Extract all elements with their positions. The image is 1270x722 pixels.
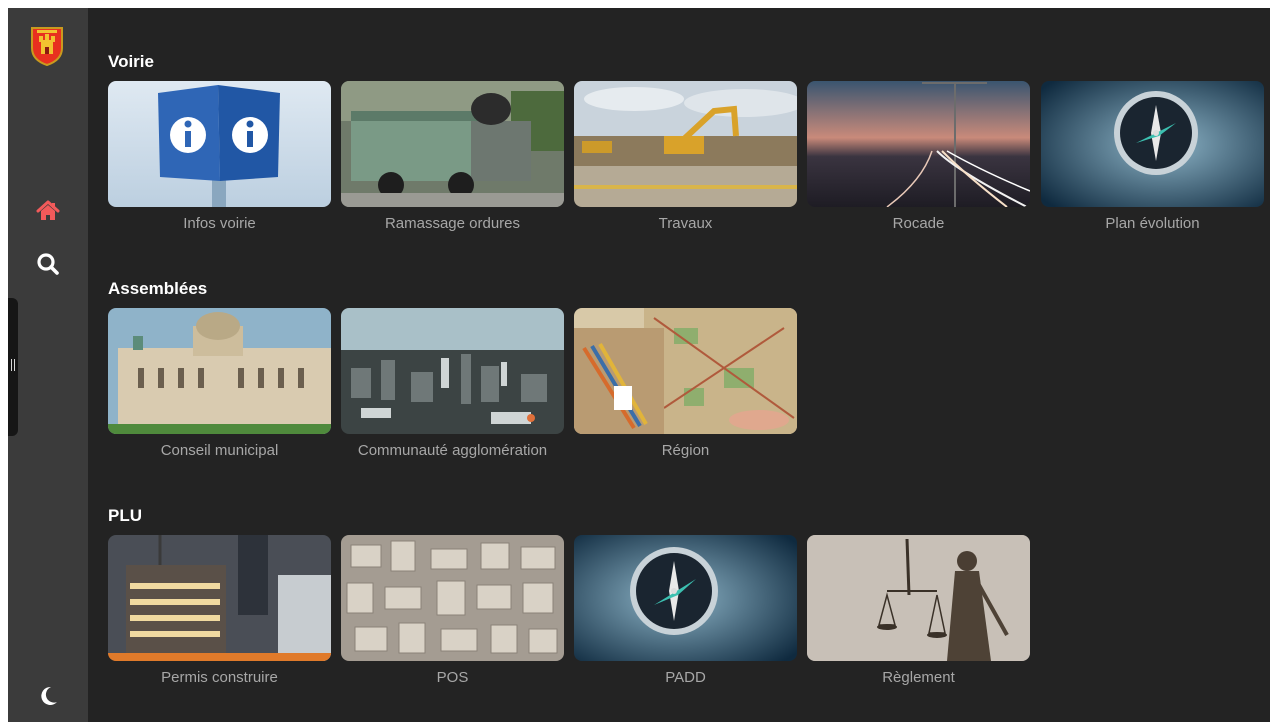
card-travaux[interactable]: Travaux	[574, 81, 797, 234]
excavator-construction-site-image	[574, 81, 797, 207]
sidebar	[8, 8, 88, 722]
card-ramassage-ordures[interactable]: Ramassage ordures	[341, 81, 564, 234]
highway-dusk-light-trails-image	[807, 81, 1030, 207]
card-label: Plan évolution	[1105, 215, 1200, 232]
section-title: PLU	[108, 506, 142, 525]
card-infos-voirie[interactable]: Infos voirie	[108, 81, 331, 234]
sidebar-collapse-handle[interactable]	[8, 298, 18, 436]
city-coat-of-arms-icon[interactable]	[30, 26, 64, 67]
home-icon[interactable]	[35, 198, 61, 224]
card-label: Permis construire	[161, 669, 278, 686]
compass-on-map-image	[1041, 81, 1264, 207]
card-plan-evolution[interactable]: Plan évolution	[1041, 81, 1264, 234]
white-city-model-image	[341, 535, 564, 661]
card-pos[interactable]: POS	[341, 535, 564, 688]
garbage-truck-image	[341, 81, 564, 207]
card-label: Conseil municipal	[160, 442, 279, 459]
card-label: Ramassage ordures	[384, 215, 521, 232]
card-label: Rocade	[892, 215, 945, 232]
section-title: Assemblées	[108, 279, 208, 298]
compass-on-map-image	[574, 535, 797, 661]
card-label: PADD	[665, 669, 706, 686]
search-icon[interactable]	[35, 251, 61, 277]
card-permis-construire[interactable]: Permis construire	[108, 535, 331, 688]
card-region[interactable]: Région	[574, 308, 797, 461]
card-rocade[interactable]: Rocade	[807, 81, 1030, 234]
regional-map-with-pencils-image	[574, 308, 797, 434]
info-sign-cube-image	[108, 81, 331, 207]
moon-icon[interactable]	[35, 683, 61, 709]
card-label: Règlement	[882, 669, 955, 686]
aerial-city-view-image	[341, 308, 564, 434]
card-communaute-agglomeration[interactable]: Communauté agglomération	[341, 308, 564, 461]
city-hall-building-image	[108, 308, 331, 434]
building-under-construction-image	[108, 535, 331, 661]
card-label: Infos voirie	[183, 215, 256, 232]
card-conseil-municipal[interactable]: Conseil municipal	[108, 308, 331, 461]
card-label: Travaux	[658, 215, 713, 232]
card-padd[interactable]: PADD	[574, 535, 797, 688]
card-label: Communauté agglomération	[357, 442, 548, 459]
lady-justice-statue-image	[807, 535, 1030, 661]
app-window: Voirie Infos voirie Ramassage ordures Tr…	[8, 8, 1270, 722]
section-title: Voirie	[108, 52, 154, 71]
card-reglement[interactable]: Règlement	[807, 535, 1030, 688]
drag-handle-icon	[11, 359, 15, 371]
card-label: Région	[661, 442, 710, 459]
card-label: POS	[436, 669, 469, 686]
